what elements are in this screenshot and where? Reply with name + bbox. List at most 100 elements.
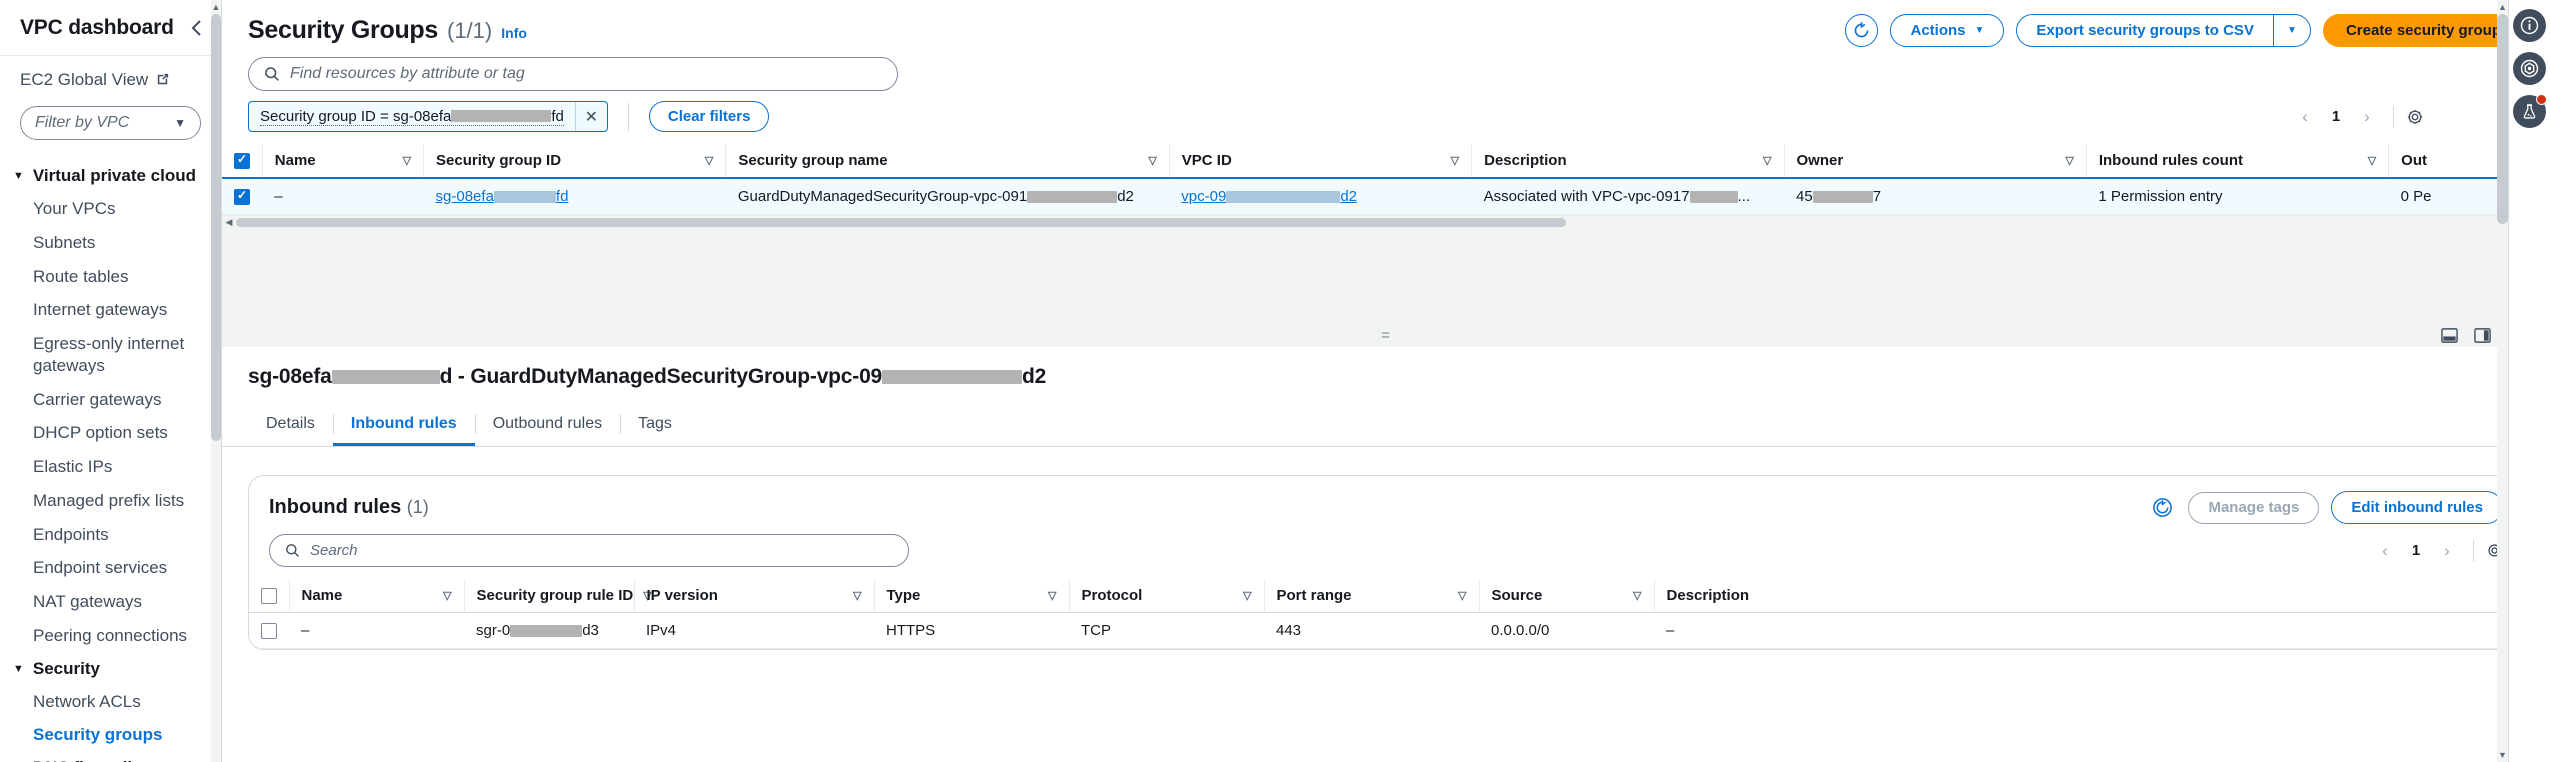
row-checkbox[interactable]: [234, 188, 250, 206]
column-header-security-group-id[interactable]: Security group ID ▽: [423, 144, 726, 180]
column-header-owner[interactable]: Owner ▽: [1783, 144, 2087, 180]
column-header-vpc-id[interactable]: VPC ID ▽: [1168, 144, 1472, 180]
vpc-id-link[interactable]: vpc-09 d2: [1181, 188, 1357, 205]
security-group-id-link[interactable]: sg-08efa fd: [436, 188, 569, 205]
close-icon[interactable]: ✕: [574, 102, 607, 131]
sidebar-body: EC2 Global View Filter by VPC ▼ ▼ Virtua…: [0, 56, 221, 762]
table-settings-button[interactable]: [2406, 108, 2424, 126]
sidebar-item-ec2-global-view[interactable]: EC2 Global View: [0, 70, 221, 90]
refresh-button[interactable]: [1845, 14, 1879, 47]
sort-icon: ▽: [1243, 590, 1252, 603]
column-header-inbound-rules-count[interactable]: Inbound rules count ▽: [2085, 144, 2389, 180]
pagination-next[interactable]: ›: [2353, 103, 2381, 131]
vpc-filter-select[interactable]: Filter by VPC ▼: [20, 106, 201, 140]
actions-button[interactable]: Actions ▼: [1890, 14, 2005, 47]
column-label: Security group ID: [436, 152, 562, 170]
sidebar-item-route-tables[interactable]: Route tables: [0, 260, 221, 294]
panel-side-icon[interactable]: [2474, 327, 2491, 344]
sidebar-item-dhcp-option-sets[interactable]: DHCP option sets: [0, 416, 221, 450]
scroll-left-arrow-icon[interactable]: ◀: [222, 217, 236, 228]
create-security-group-button[interactable]: Create security group: [2322, 14, 2524, 47]
inbound-column-protocol[interactable]: Protocol ▽: [1068, 579, 1264, 614]
export-csv-button[interactable]: Export security groups to CSV: [2016, 14, 2273, 47]
column-header-description[interactable]: Description ▽: [1471, 144, 1785, 180]
chevron-left-icon[interactable]: [189, 18, 203, 38]
settings-hexagon-icon[interactable]: [2513, 52, 2546, 85]
sidebar-item-elastic-ips[interactable]: Elastic IPs: [0, 450, 221, 484]
inbound-row-checkbox[interactable]: [261, 623, 277, 640]
inbound-refresh-button[interactable]: [2148, 493, 2177, 522]
manage-tags-button[interactable]: Manage tags: [2188, 491, 2320, 524]
scrollbar-thumb[interactable]: [236, 217, 1566, 227]
scroll-up-arrow-icon[interactable]: ▲: [211, 0, 221, 14]
column-label: Security group rule ID: [476, 587, 634, 605]
column-header-security-group-name[interactable]: Security group name ▽: [725, 144, 1170, 180]
inbound-column-port-range[interactable]: Port range ▽: [1263, 579, 1479, 614]
inbound-pagination-page-1[interactable]: 1: [2403, 542, 2429, 559]
pagination-page-1[interactable]: 1: [2323, 108, 2349, 125]
inbound-header-row: Name ▽ Security group rule ID ▽ IP version…: [249, 579, 2523, 614]
tab-outbound-rules[interactable]: Outbound rules: [474, 405, 620, 446]
inbound-select-all-checkbox[interactable]: [261, 588, 277, 605]
search-input[interactable]: Find resources by attribute or tag: [248, 57, 898, 91]
sort-icon: ▽: [1048, 590, 1057, 603]
inbound-column-type[interactable]: Type ▽: [873, 579, 1069, 614]
owner-prefix: 45: [1796, 188, 1813, 206]
redacted-text: [882, 370, 1023, 385]
inbound-column-description[interactable]: Description▽: [1653, 579, 2523, 614]
sidebar-item-egress-only-internet-gateways[interactable]: Egress-only internet gateways: [0, 327, 221, 383]
inbound-column-rule-id[interactable]: Security group rule ID ▽: [463, 579, 652, 614]
scrollbar-thumb[interactable]: [2497, 14, 2508, 224]
export-dropdown-toggle[interactable]: ▼: [2272, 14, 2311, 47]
main-scrollbar[interactable]: ▲ ▼: [2497, 0, 2508, 762]
sidebar-item-your-vpcs[interactable]: Your VPCs: [0, 192, 221, 226]
sidebar-scrollbar[interactable]: ▲: [211, 0, 221, 762]
pagination-prev[interactable]: ‹: [2291, 103, 2319, 131]
inbound-rules-search-input[interactable]: Search: [269, 534, 909, 568]
scroll-down-arrow-icon[interactable]: ▼: [2497, 748, 2508, 762]
sidebar-item-endpoint-services[interactable]: Endpoint services: [0, 551, 221, 585]
info-link[interactable]: Info: [501, 25, 527, 41]
inbound-table-row[interactable]: – sgr-0 d3 IPv4 HTTPS TCP 443 0.0.0.0/0 –: [249, 612, 2523, 650]
info-circle-icon[interactable]: [2513, 9, 2546, 42]
scrollbar-thumb[interactable]: [211, 14, 221, 441]
splitter-grip-icon[interactable]: =: [1381, 327, 1391, 344]
sidebar-item-nat-gateways[interactable]: NAT gateways: [0, 585, 221, 619]
inbound-column-ip-version[interactable]: IP version ▽: [633, 579, 874, 614]
ec2-global-view-label: EC2 Global View: [20, 70, 149, 89]
scroll-up-arrow-icon[interactable]: ▲: [2497, 0, 2508, 14]
inbound-search-placeholder: Search: [310, 542, 358, 560]
sidebar-group-security[interactable]: ▼ Security: [0, 653, 221, 685]
inbound-pagination-prev[interactable]: ‹: [2371, 537, 2399, 565]
sidebar-item-internet-gateways[interactable]: Internet gateways: [0, 293, 221, 327]
sidebar-item-managed-prefix-lists[interactable]: Managed prefix lists: [0, 484, 221, 518]
sidebar-item-network-acls[interactable]: Network ACLs: [0, 685, 221, 719]
sidebar-group-dns-firewall[interactable]: ▼ DNS firewall: [0, 752, 221, 762]
table-horizontal-scrollbar[interactable]: ◀ ▶: [222, 215, 2550, 229]
sidebar-item-subnets[interactable]: Subnets: [0, 226, 221, 260]
table-row[interactable]: – sg-08efa fd GuardDutyManagedSecurityGro…: [222, 178, 2550, 216]
tab-details[interactable]: Details: [248, 405, 333, 446]
sidebar-item-peering-connections[interactable]: Peering connections: [0, 619, 221, 653]
clear-filters-button[interactable]: Clear filters: [648, 101, 770, 132]
panel-bottom-icon[interactable]: [2441, 327, 2458, 344]
inbound-pagination-next[interactable]: ›: [2433, 537, 2461, 565]
redacted-text: [1027, 191, 1118, 204]
flask-icon[interactable]: [2513, 94, 2547, 128]
edit-inbound-rules-button[interactable]: Edit inbound rules: [2331, 491, 2503, 525]
sidebar-group-virtual-private-cloud[interactable]: ▼ Virtual private cloud: [0, 160, 221, 192]
tab-inbound-rules[interactable]: Inbound rules: [332, 405, 475, 447]
sidebar-item-security-groups[interactable]: Security groups: [0, 718, 221, 752]
inbound-column-name[interactable]: Name ▽: [288, 579, 464, 614]
header-actions: Actions ▼ Export security groups to CSV …: [1845, 14, 2524, 47]
create-button-label: Create security group: [2345, 22, 2501, 39]
tab-tags[interactable]: Tags: [620, 405, 690, 446]
inbound-column-source[interactable]: Source ▽: [1478, 579, 1654, 614]
select-all-checkbox[interactable]: [234, 152, 250, 170]
column-header-name[interactable]: Name ▽: [261, 144, 424, 180]
filter-token-text[interactable]: Security group ID = sg-08efa fd: [249, 102, 575, 131]
panel-splitter[interactable]: =: [222, 323, 2550, 348]
sidebar-item-carrier-gateways[interactable]: Carrier gateways: [0, 383, 221, 417]
sidebar-item-endpoints[interactable]: Endpoints: [0, 518, 221, 552]
cell-security-group-name: GuardDutyManagedSecurityGroup-vpc-091 d2: [725, 178, 1170, 216]
